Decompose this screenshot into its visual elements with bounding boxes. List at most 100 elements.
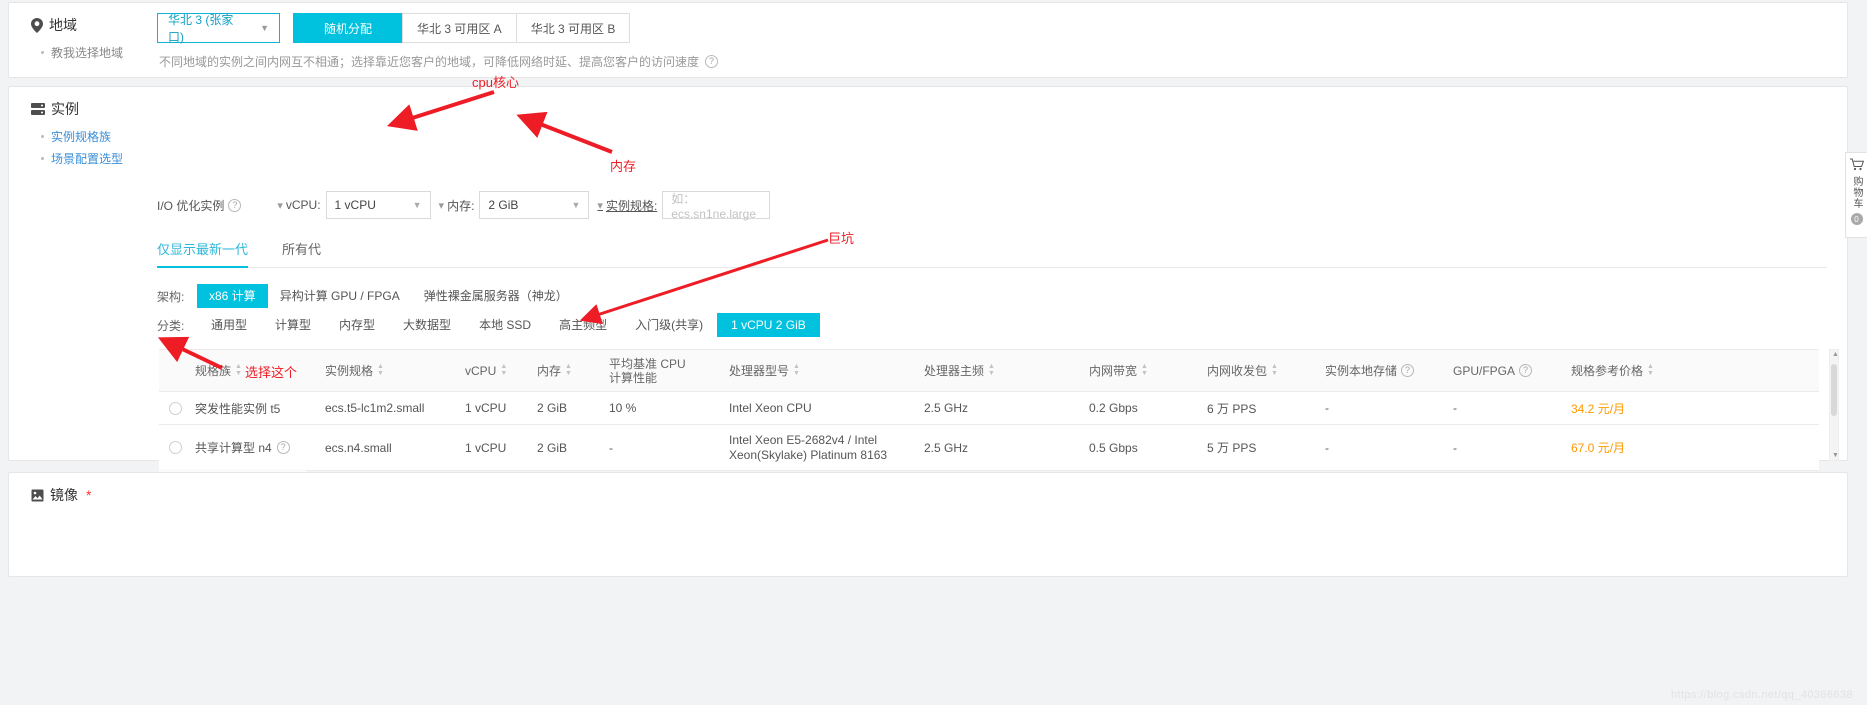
sort-icon[interactable]: ▲ ▼ [1141,363,1148,377]
cat-chip-entry-shared[interactable]: 入门级(共享) [621,313,717,337]
row-radio-icon[interactable] [168,401,182,415]
header-cpu-model[interactable]: 处理器型号 ▲ ▼ [725,362,920,379]
sort-icon[interactable]: ▲ ▼ [1271,363,1278,377]
cat-chip-1vcpu-2gib[interactable]: 1 vCPU 2 GiB [717,313,820,337]
gpu-help-icon[interactable]: ? [1519,364,1533,377]
annotation-big-pit: 巨坑 [828,231,855,246]
memory-select[interactable]: 2 GiB ▼ [479,191,590,219]
instance-link-scenario[interactable]: 场景配置选型 [41,151,151,167]
row-radio-cell[interactable] [159,441,191,454]
sort-icon[interactable]: ▲ ▼ [1647,363,1654,377]
region-title-row: 地域 [31,15,151,35]
row-family-label: 共享计算型 n4 [195,441,272,455]
vcpu-select[interactable]: 1 vCPU ▼ [325,191,431,219]
shopping-cart-icon [1849,158,1864,174]
vcpu-filter-text: vCPU: [285,198,321,212]
scroll-down-icon[interactable]: ▼ [1832,452,1839,459]
arch-chip-bare-metal[interactable]: 弹性裸金属服务器（神龙） [412,284,580,308]
sort-icon[interactable]: ▲ ▼ [988,363,995,377]
local-storage-help-icon[interactable]: ? [1401,364,1415,377]
sort-icon[interactable]: ▲ ▼ [500,363,507,377]
region-select-value: 华北 3 (张家口) [168,13,234,44]
row-vcpu: 1 vCPU [465,440,507,455]
instance-link-family[interactable]: 实例规格族 [41,129,151,145]
zone-button-group: 随机分配 华北 3 可用区 A 华北 3 可用区 B [293,13,631,43]
zone-button-b[interactable]: 华北 3 可用区 B [515,13,631,43]
sort-icon[interactable]: ▲ ▼ [235,363,242,377]
header-cpu-model-label: 处理器型号 [729,364,790,378]
io-help-icon[interactable]: ? [228,198,242,212]
tab-latest-generation[interactable]: 仅显示最新一代 [157,239,249,268]
row-radio-icon[interactable] [168,441,182,454]
table-row[interactable]: 共享计算型 n4 ? ecs.n4.small 1 vCPU 2 GiB - I… [159,425,1819,471]
row-radio-cell[interactable] [159,401,191,415]
cat-chip-high-freq[interactable]: 高主频型 [545,313,621,337]
image-required-mark: * [86,487,92,503]
image-card: 镜像 * 系统镜像 自定义镜像 共享镜像 镜像市场 ? 请选择操作系统类别 ▼ … [8,472,1848,577]
header-price[interactable]: 规格参考价格 ▲ ▼ [1567,362,1819,379]
header-bandwidth-label: 内网带宽 [1089,364,1138,378]
zone-button-a[interactable]: 华北 3 可用区 A [402,13,517,43]
row-family-help-icon[interactable]: ? [276,441,290,454]
row-cpu-model: Intel Xeon E5-2682v4 / Intel Xeon(Skylak… [725,433,920,463]
header-memory[interactable]: 内存 ▲ ▼ [533,362,605,379]
spec-search-input[interactable]: 如：ecs.sn1ne.large [662,191,771,221]
header-price-label: 规格参考价格 [1571,364,1644,378]
image-title: 镜像 [50,487,78,503]
filter-icon: ▾ [597,199,603,212]
cat-chip-bigdata[interactable]: 大数据型 [389,313,465,337]
table-row[interactable]: 突发性能实例 t5 ecs.t5-lc1m2.small 1 vCPU 2 Gi… [159,392,1819,425]
shopping-cart-tab[interactable]: 购物车 0 [1845,152,1867,238]
vcpu-filter-label: ▾ vCPU: [277,198,320,212]
header-baseline-perf: 平均基准 CPU 计算性能 [605,357,725,385]
cat-chip-general[interactable]: 通用型 [197,313,261,337]
header-cpu-freq[interactable]: 处理器主频 ▲ ▼ [920,362,1085,379]
row-perf: 10 % [609,401,637,415]
header-vcpu[interactable]: vCPU ▲ ▼ [461,363,533,378]
header-local-storage-label: 实例本地存储 [1325,364,1398,378]
filter-icon: ▾ [438,199,445,212]
instance-title: 实例 [51,101,79,117]
sort-icon[interactable]: ▲ ▼ [377,363,384,377]
server-icon [31,102,45,116]
instance-card: 实例 实例规格族 场景配置选型 I/O 优化实例 ? ▾ vCPU: 1 vCP… [8,86,1848,531]
cat-chip-memory[interactable]: 内存型 [325,313,389,337]
sort-icon[interactable]: ▲ ▼ [793,363,800,377]
spec-filter-text: 实例规格: [605,198,658,213]
zone-button-random[interactable]: 随机分配 [293,13,403,43]
cat-chip-compute[interactable]: 计算型 [261,313,325,337]
architecture-row: 架构: x86 计算 异构计算 GPU / FPGA 弹性裸金属服务器（神龙） [157,284,580,308]
scrollbar-thumb[interactable] [1831,364,1837,416]
region-select[interactable]: 华北 3 (张家口) ▼ [157,13,280,44]
header-spec[interactable]: 实例规格 ▲ ▼ [321,362,461,379]
arch-chip-x86[interactable]: x86 计算 [197,284,268,308]
spec-filter-label: ▾ 实例规格: [597,197,657,214]
header-pps-label: 内网收发包 [1207,364,1268,378]
region-help-link[interactable]: 教我选择地域 [41,45,151,61]
row-pps: 5 万 PPS [1207,441,1257,455]
arch-chip-gpu-fpga[interactable]: 异构计算 GPU / FPGA [268,284,412,308]
region-rail: 地域 教我选择地域 [31,15,151,67]
header-pps[interactable]: 内网收发包 ▲ ▼ [1203,362,1321,379]
architecture-label: 架构: [157,289,185,304]
row-pps: 6 万 PPS [1207,401,1257,416]
filter-icon: ▾ [277,199,283,212]
annotation-memory: 内存 [610,159,637,174]
cat-chip-local-ssd[interactable]: 本地 SSD [465,313,545,337]
header-memory-label: 内存 [537,364,562,378]
tab-all-generations[interactable]: 所有代 [282,239,321,258]
region-selector-row: 华北 3 (张家口) ▼ 随机分配 华北 3 可用区 A 华北 3 可用区 B [157,13,631,44]
row-cpu-model-line2: Xeon(Skylake) Platinum 8163 [729,447,888,462]
sort-icon[interactable]: ▲ ▼ [565,363,572,377]
scroll-up-icon[interactable]: ▲ [1832,351,1839,358]
memory-select-value: 2 GiB [488,198,519,212]
region-note-row: 不同地域的实例之间内网互不相通；选择靠近您客户的地域，可降低网络时延、提高您客户… [159,53,719,70]
row-perf: - [609,440,613,455]
region-help-icon[interactable]: ? [705,55,719,68]
table-scrollbar[interactable]: ▲ ▼ [1829,349,1839,461]
header-gpu: GPU/FPGA ? [1449,364,1567,378]
region-title: 地域 [49,17,77,33]
header-bandwidth[interactable]: 内网带宽 ▲ ▼ [1085,362,1203,379]
row-memory: 2 GiB [537,440,568,455]
row-vcpu: 1 vCPU [465,401,507,415]
